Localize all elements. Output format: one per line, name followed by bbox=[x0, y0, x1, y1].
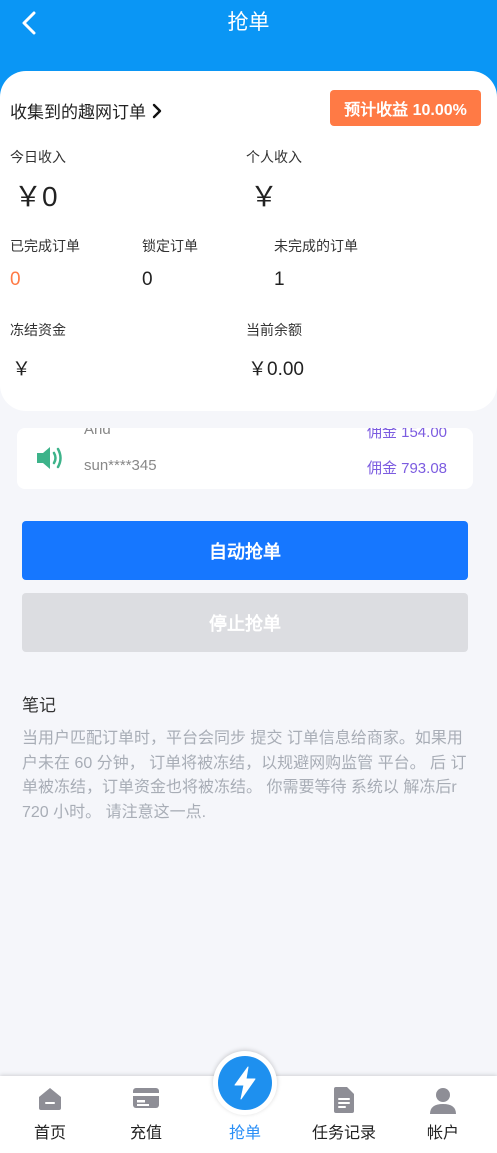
today-income-value: ￥0 bbox=[14, 181, 58, 212]
auto-grab-button[interactable]: 自动抢单 bbox=[22, 521, 468, 580]
tab-recharge[interactable]: 充值 bbox=[96, 1076, 196, 1153]
tab-label: 帐户 bbox=[426, 1125, 459, 1142]
collected-orders-link[interactable]: 收集到的趣网订单 bbox=[10, 98, 162, 123]
personal-income-value: ￥ bbox=[250, 181, 279, 212]
order-ticker: And 佣金 154.00 sun****345 佣金 793.08 bbox=[17, 428, 473, 489]
current-balance-value: ￥0.00 bbox=[248, 359, 304, 380]
ticker-commission: 佣金 793.08 bbox=[366, 460, 447, 477]
ticker-user: sun****345 bbox=[84, 457, 157, 474]
ticker-commission: 佣金 154.00 bbox=[366, 428, 447, 441]
stats-card: 收集到的趣网订单 预计收益 10.00% 今日收入 ￥0 个人收入 ￥ 已完成订… bbox=[0, 71, 497, 411]
tab-label: 充值 bbox=[129, 1125, 162, 1142]
completed-orders-value: 0 bbox=[10, 269, 21, 290]
chevron-right-icon bbox=[152, 103, 162, 118]
uncompleted-orders-label: 未完成的订单 bbox=[274, 238, 358, 254]
frozen-funds-label: 冻结资金 bbox=[10, 322, 66, 338]
tab-account[interactable]: 帐户 bbox=[393, 1076, 493, 1153]
tab-home[interactable]: 首页 bbox=[0, 1076, 100, 1153]
document-icon bbox=[334, 1087, 354, 1113]
lightning-icon bbox=[234, 1066, 256, 1100]
grab-order-fab-inner bbox=[218, 1056, 272, 1110]
collected-orders-label: 收集到的趣网订单 bbox=[10, 103, 146, 122]
tab-task-records[interactable]: 任务记录 bbox=[294, 1076, 394, 1153]
current-balance-label: 当前余额 bbox=[246, 322, 302, 338]
frozen-funds-value: ￥ bbox=[12, 359, 32, 380]
completed-orders-label: 已完成订单 bbox=[10, 238, 80, 254]
today-income-label: 今日收入 bbox=[10, 149, 66, 165]
stop-grab-button[interactable]: 停止抢单 bbox=[22, 593, 468, 652]
locked-orders-value: 0 bbox=[142, 269, 153, 290]
home-icon bbox=[39, 1088, 61, 1110]
notes-text: 当用户匹配订单时，平台会同步 提交 订单信息给商家。如果用户未在 60 分钟， … bbox=[22, 730, 467, 821]
ticker-user: And bbox=[84, 428, 111, 438]
notes-title: 笔记 bbox=[22, 696, 56, 715]
tab-label: 任务记录 bbox=[311, 1125, 376, 1142]
tab-label: 首页 bbox=[33, 1125, 66, 1142]
tab-label: 抢单 bbox=[228, 1125, 261, 1142]
grab-order-fab[interactable] bbox=[213, 1051, 277, 1115]
page-title: 抢单 bbox=[227, 11, 270, 34]
uncompleted-orders-value: 1 bbox=[274, 269, 285, 290]
user-icon bbox=[430, 1088, 456, 1114]
speaker-icon bbox=[37, 447, 62, 469]
card-icon bbox=[133, 1088, 159, 1108]
expected-profit-badge: 预计收益 10.00% bbox=[330, 90, 481, 126]
locked-orders-label: 锁定订单 bbox=[142, 238, 198, 254]
personal-income-label: 个人收入 bbox=[246, 149, 302, 165]
